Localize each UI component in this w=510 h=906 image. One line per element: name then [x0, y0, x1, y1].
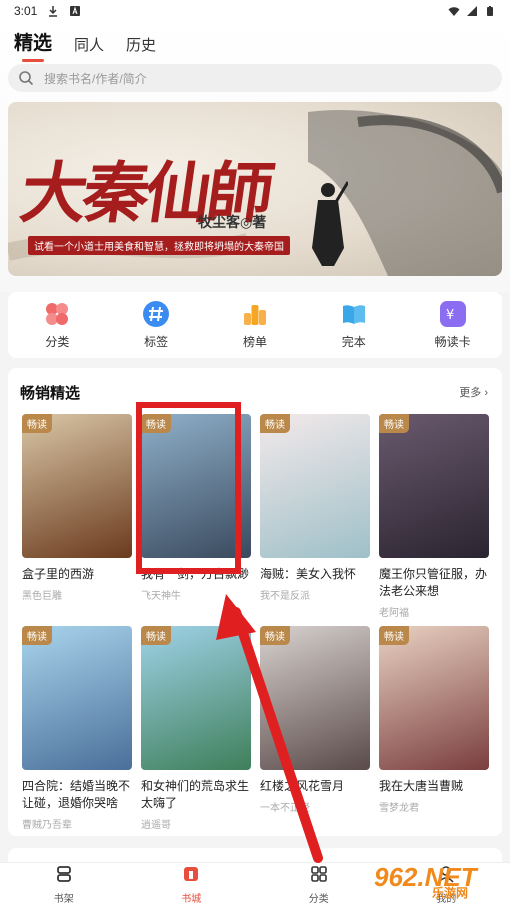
more-link[interactable]: 更多 ›: [459, 384, 488, 400]
status-bar: 3:01: [0, 0, 510, 22]
book-title[interactable]: 我有一剑，万古飘渺: [141, 566, 251, 583]
book-badge: 畅读: [141, 626, 171, 645]
book-cover[interactable]: 畅读: [22, 414, 132, 558]
banner-author: 牧尘客◎著: [198, 215, 267, 231]
tab-history[interactable]: 历史: [126, 34, 156, 55]
signal-icon: [467, 6, 477, 16]
finished-book-icon: [341, 301, 367, 327]
section-title: 畅销精选: [20, 385, 81, 402]
promo-banner[interactable]: 大秦仙師 牧尘客◎著 试看一个小道士用美食和智慧，拯救即将坍塌的大秦帝国: [8, 102, 502, 276]
more-link-label: 更多: [459, 387, 482, 399]
book-title[interactable]: 和女神们的荒岛求生太嗨了: [141, 778, 251, 812]
quick-link-label: 完本: [341, 334, 366, 349]
nav-category[interactable]: 分类: [279, 865, 359, 905]
quick-link-finished[interactable]: 完本: [319, 301, 389, 350]
book-author: 逍遥哥: [141, 820, 171, 831]
search-icon: [19, 71, 34, 86]
nav-bookshelf[interactable]: 书架: [24, 865, 104, 905]
book-badge: 畅读: [379, 626, 409, 645]
quick-links-card: 分类 标签 榜单 完本 ¥ 畅读卡: [8, 292, 502, 358]
nav-label: 书架: [53, 893, 74, 905]
battery-icon: [487, 6, 493, 16]
book-cover[interactable]: 畅读: [379, 414, 489, 558]
quick-link-label: 畅读卡: [434, 334, 471, 349]
nav-label: 书城: [181, 893, 202, 905]
book-title[interactable]: 四合院：结婚当晚不让碰，退婚你哭啥: [22, 778, 132, 812]
quick-link-tags[interactable]: 标签: [121, 300, 191, 350]
book-cover[interactable]: 畅读: [379, 626, 489, 770]
nav-label: 分类: [308, 893, 329, 905]
book-card[interactable]: 畅读盒子里的西游黑色巨雕: [22, 414, 132, 602]
book-author: 曹贼乃吾辈: [22, 820, 72, 831]
book-author: 飞天神牛: [141, 591, 181, 602]
book-author: 老阿福: [379, 608, 409, 619]
book-cover[interactable]: 畅读: [260, 626, 370, 770]
tab-featured[interactable]: 精选: [14, 28, 52, 62]
tag-icon: [143, 300, 170, 327]
book-cover[interactable]: 畅读: [260, 414, 370, 558]
category-icon: [44, 301, 70, 327]
svg-text:¥: ¥: [446, 308, 454, 323]
book-card[interactable]: 畅读我在大唐当曹贼雪梦龙君: [379, 626, 489, 814]
book-title[interactable]: 魔王你只管征服，办法老公来想: [379, 566, 489, 600]
category-grid-icon: [310, 865, 327, 882]
book-badge: 畅读: [22, 414, 52, 433]
nav-bookstore[interactable]: 书城: [151, 865, 231, 905]
book-card[interactable]: 畅读魔王你只管征服，办法老公来想老阿福: [379, 414, 489, 619]
search-bar[interactable]: 搜索书名/作者/简介: [8, 64, 502, 92]
wifi-icon: [448, 7, 460, 16]
bookshelf-icon: [56, 865, 71, 882]
bookstore-icon: [184, 866, 199, 881]
book-badge: 畅读: [260, 626, 290, 645]
quick-link-category[interactable]: 分类: [22, 301, 92, 350]
top-tabs: 精选 同人 历史: [14, 28, 156, 62]
book-title[interactable]: 我在大唐当曹贼: [379, 778, 489, 795]
book-title[interactable]: 红楼之风花雪月: [260, 778, 370, 795]
book-title[interactable]: 盒子里的西游: [22, 566, 132, 583]
tab-fanfic[interactable]: 同人: [74, 34, 104, 55]
book-badge: 畅读: [379, 414, 409, 433]
book-card[interactable]: 畅读四合院：结婚当晚不让碰，退婚你哭啥曹贼乃吾辈: [22, 626, 132, 831]
quick-link-label: 榜单: [242, 334, 267, 349]
quick-link-reading-card[interactable]: ¥ 畅读卡: [418, 300, 488, 350]
book-author: 我不是反派: [260, 591, 310, 602]
book-card[interactable]: 畅读海贼：美女入我怀我不是反派: [260, 414, 370, 602]
book-author: 黑色巨雕: [22, 591, 62, 602]
watermark-sub: 乐游网: [432, 886, 469, 900]
book-card[interactable]: 畅读我有一剑，万古飘渺飞天神牛: [141, 414, 251, 602]
quick-link-label: 标签: [144, 334, 169, 349]
download-icon: [49, 6, 58, 17]
book-cover[interactable]: 畅读: [22, 626, 132, 770]
book-author: 一本不正经: [260, 803, 310, 814]
book-title[interactable]: 海贼：美女入我怀: [260, 566, 370, 583]
site-watermark: 962.NET 乐游网: [364, 858, 502, 902]
search-placeholder: 搜索书名/作者/简介: [44, 71, 147, 86]
chevron-right-icon: ›: [484, 387, 488, 399]
status-time: 3:01: [14, 4, 38, 18]
ranking-icon: [242, 301, 268, 327]
reading-card-icon: ¥: [439, 300, 466, 327]
book-cover[interactable]: 畅读: [141, 626, 251, 770]
book-card[interactable]: 畅读和女神们的荒岛求生太嗨了逍遥哥: [141, 626, 251, 831]
book-card[interactable]: 畅读红楼之风花雪月一本不正经: [260, 626, 370, 814]
banner-tagline: 试看一个小道士用美食和智慧，拯救即将坍塌的大秦帝国: [28, 236, 290, 255]
book-cover[interactable]: 畅读: [141, 414, 251, 558]
quick-link-label: 分类: [45, 334, 70, 349]
book-badge: 畅读: [141, 414, 171, 433]
notification-a-icon: [70, 6, 81, 16]
quick-link-ranking[interactable]: 榜单: [220, 301, 290, 350]
book-badge: 畅读: [260, 414, 290, 433]
book-badge: 畅读: [22, 626, 52, 645]
book-author: 雪梦龙君: [379, 803, 419, 814]
banner-figure-illustration: [312, 181, 348, 266]
